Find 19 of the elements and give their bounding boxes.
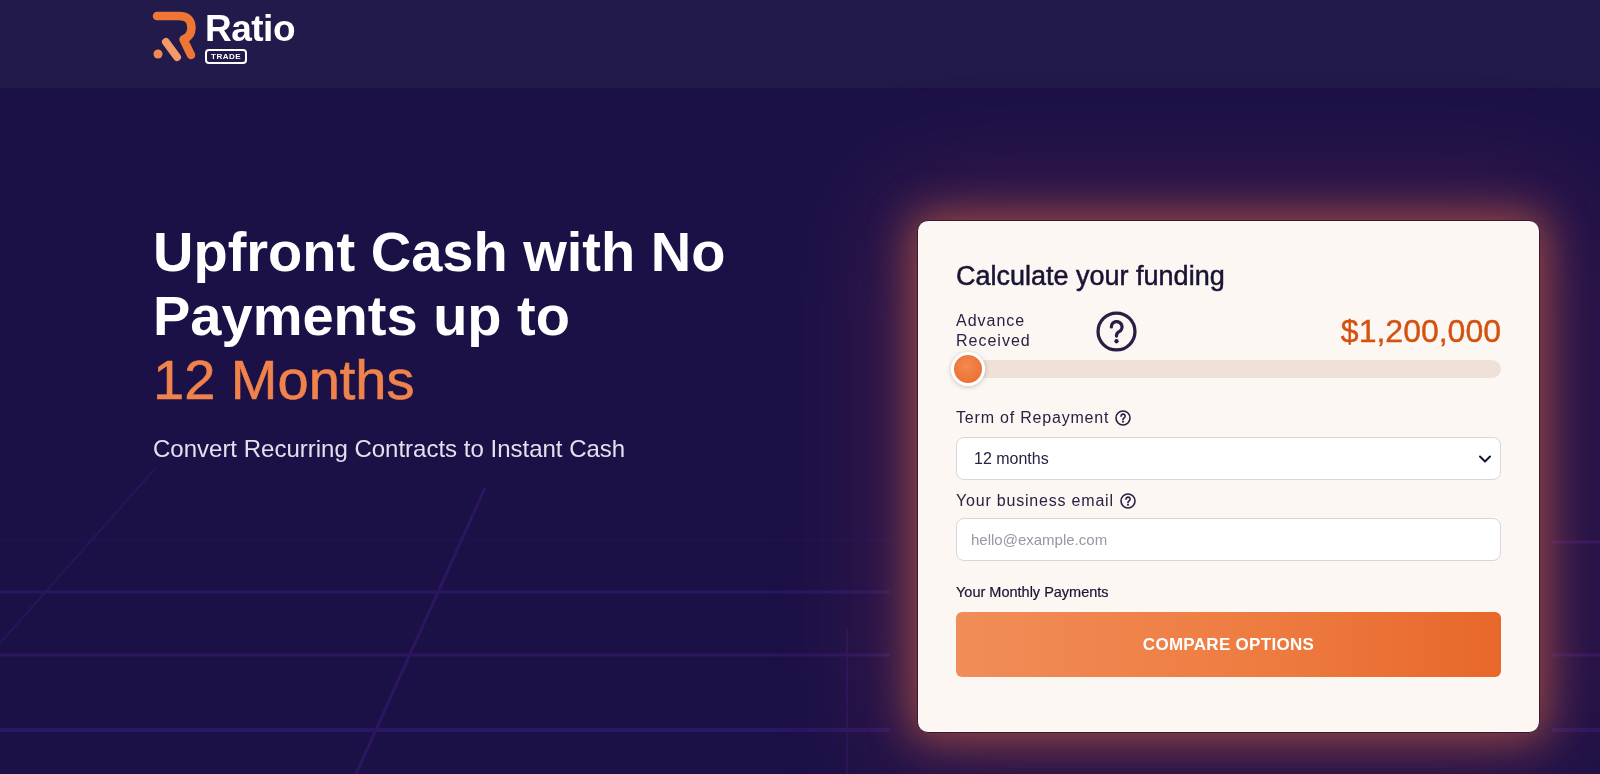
select-field[interactable]: 12 months: [956, 437, 1501, 480]
subtitle: Convert Recurring Contracts to Instant Cash: [153, 434, 626, 464]
advance-label: Advance Received: [956, 311, 1032, 351]
logo-icon: [152, 11, 197, 63]
advance-slider[interactable]: [951, 352, 1501, 386]
slider-thumb[interactable]: [951, 352, 985, 386]
logo-wordmark: Ratio: [205, 14, 295, 44]
card-title: Calculate your funding: [956, 261, 1225, 291]
headline-highlight: 12 Months: [153, 348, 415, 412]
email-field[interactable]: hello@example.com: [956, 518, 1501, 561]
advance-amount: $1,200,000: [1340, 312, 1501, 351]
help-icon[interactable]: [1119, 493, 1136, 509]
payments-label: Your Monthly Payments: [956, 583, 1109, 602]
field-label: Your business email: [956, 491, 1114, 511]
field-label: Term of Repayment: [956, 408, 1110, 428]
headline: Upfront Cash with No Payments up to: [153, 220, 727, 348]
help-icon[interactable]: [1096, 311, 1137, 352]
logo-badge: TRADE: [205, 49, 248, 64]
help-icon[interactable]: [1115, 410, 1132, 426]
